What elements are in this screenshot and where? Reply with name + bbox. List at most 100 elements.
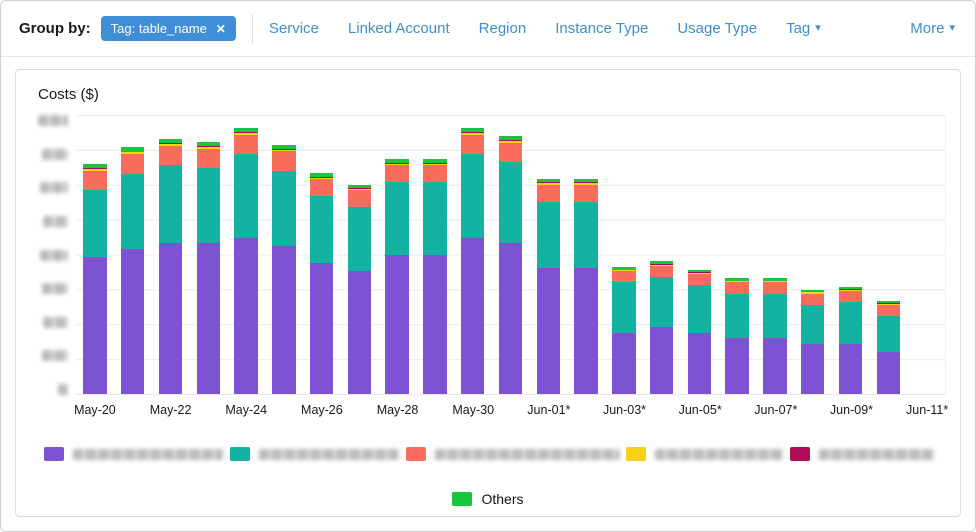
bar-May-20[interactable] — [76, 115, 114, 394]
stacked-bar[interactable] — [763, 115, 786, 394]
x-tick-slot — [189, 403, 227, 419]
stacked-bar[interactable] — [574, 115, 597, 394]
toolbar-divider — [252, 14, 253, 44]
stacked-bar[interactable] — [385, 115, 408, 394]
x-tick-slot: May-28 — [379, 403, 417, 419]
x-tick-slot: May-30 — [454, 403, 492, 419]
stacked-bar[interactable] — [725, 115, 748, 394]
stacked-bar[interactable] — [537, 115, 560, 394]
stacked-bar[interactable] — [159, 115, 182, 394]
bar-May-23[interactable] — [189, 115, 227, 394]
bar-segment — [461, 135, 484, 155]
bar-Jun-02[interactable] — [567, 115, 605, 394]
x-tick-label: Jun-07* — [754, 403, 797, 417]
stacked-bar[interactable] — [914, 115, 937, 394]
cost-explorer-page: Group by: Tag: table_name ✕ Service Link… — [0, 0, 976, 532]
bar-Jun-11[interactable] — [907, 115, 945, 394]
group-by-option-linked-account[interactable]: Linked Account — [348, 20, 450, 37]
group-by-option-more[interactable]: More ▾ — [910, 20, 955, 37]
stacked-bar[interactable] — [310, 115, 333, 394]
x-tick-slot — [870, 403, 908, 419]
legend-others[interactable]: Others — [30, 491, 946, 507]
bar-segment — [612, 282, 635, 332]
bar-Jun-09[interactable] — [832, 115, 870, 394]
bar-segment — [612, 271, 635, 282]
stacked-bar[interactable] — [272, 115, 295, 394]
stacked-bar[interactable] — [461, 115, 484, 394]
x-tick-slot — [492, 403, 530, 419]
group-by-option-instance-type[interactable]: Instance Type — [555, 20, 648, 37]
stacked-bar[interactable] — [197, 115, 220, 394]
bar-segment — [385, 165, 408, 182]
bar-May-29[interactable] — [416, 115, 454, 394]
x-tick-slot: Jun-01* — [530, 403, 568, 419]
group-by-option-region[interactable]: Region — [479, 20, 527, 37]
bar-Jun-05[interactable] — [681, 115, 719, 394]
x-tick-slot: Jun-09* — [833, 403, 871, 419]
bar-Jun-01[interactable] — [529, 115, 567, 394]
stacked-bar[interactable] — [612, 115, 635, 394]
bar-May-27[interactable] — [340, 115, 378, 394]
bar-segment — [537, 268, 560, 394]
stacked-bar[interactable] — [423, 115, 446, 394]
bar-May-21[interactable] — [114, 115, 152, 394]
plot-area — [76, 115, 946, 395]
bar-segment — [348, 271, 371, 394]
bar-May-26[interactable] — [303, 115, 341, 394]
bar-segment — [121, 174, 144, 249]
bar-segment — [197, 243, 220, 394]
option-label: Linked Account — [348, 20, 450, 37]
bar-May-31[interactable] — [492, 115, 530, 394]
stacked-bar[interactable] — [650, 115, 673, 394]
bar-Jun-06[interactable] — [718, 115, 756, 394]
bar-segment — [159, 146, 182, 166]
bar-segment — [839, 291, 862, 302]
stacked-bar[interactable] — [83, 115, 106, 394]
y-tick-label-redacted — [42, 149, 68, 160]
group-by-label: Group by: — [19, 20, 91, 37]
legend-item-5[interactable] — [790, 447, 934, 461]
x-tick-slot: May-26 — [303, 403, 341, 419]
bar-Jun-10[interactable] — [869, 115, 907, 394]
bar-segment — [83, 171, 106, 191]
stacked-bar[interactable] — [839, 115, 862, 394]
legend-swatch — [406, 447, 426, 461]
legend-item-4[interactable] — [626, 447, 783, 461]
bar-May-30[interactable] — [454, 115, 492, 394]
legend-swatch — [626, 447, 646, 461]
stacked-bar[interactable] — [348, 115, 371, 394]
stacked-bar[interactable] — [121, 115, 144, 394]
bar-Jun-07[interactable] — [756, 115, 794, 394]
stacked-bar[interactable] — [801, 115, 824, 394]
bar-May-22[interactable] — [152, 115, 190, 394]
bar-May-25[interactable] — [265, 115, 303, 394]
legend-item-2[interactable] — [230, 447, 399, 461]
x-tick-label: May-24 — [225, 403, 267, 417]
legend-item-3[interactable] — [406, 447, 620, 461]
active-group-tag-pill[interactable]: Tag: table_name ✕ — [101, 16, 236, 41]
bar-segment — [801, 294, 824, 305]
x-tick-slot: May-22 — [152, 403, 190, 419]
bar-Jun-04[interactable] — [643, 115, 681, 394]
stacked-bar[interactable] — [234, 115, 257, 394]
stacked-bar[interactable] — [688, 115, 711, 394]
group-by-option-tag[interactable]: Tag ▾ — [786, 20, 821, 37]
bar-Jun-03[interactable] — [605, 115, 643, 394]
bar-segment — [801, 344, 824, 394]
group-by-option-service[interactable]: Service — [269, 20, 319, 37]
x-tick-slot: May-24 — [227, 403, 265, 419]
group-by-option-usage-type[interactable]: Usage Type — [677, 20, 757, 37]
chevron-down-icon: ▾ — [949, 23, 955, 34]
legend-item-1[interactable] — [44, 447, 223, 461]
others-swatch — [452, 492, 472, 506]
stacked-bar-chart — [30, 115, 946, 395]
bar-segment — [197, 168, 220, 243]
bar-May-24[interactable] — [227, 115, 265, 394]
remove-tag-icon[interactable]: ✕ — [216, 23, 226, 35]
bar-Jun-08[interactable] — [794, 115, 832, 394]
bar-May-28[interactable] — [378, 115, 416, 394]
stacked-bar[interactable] — [499, 115, 522, 394]
bar-segment — [272, 246, 295, 394]
stacked-bar[interactable] — [877, 115, 900, 394]
x-tick-slot — [643, 403, 681, 419]
